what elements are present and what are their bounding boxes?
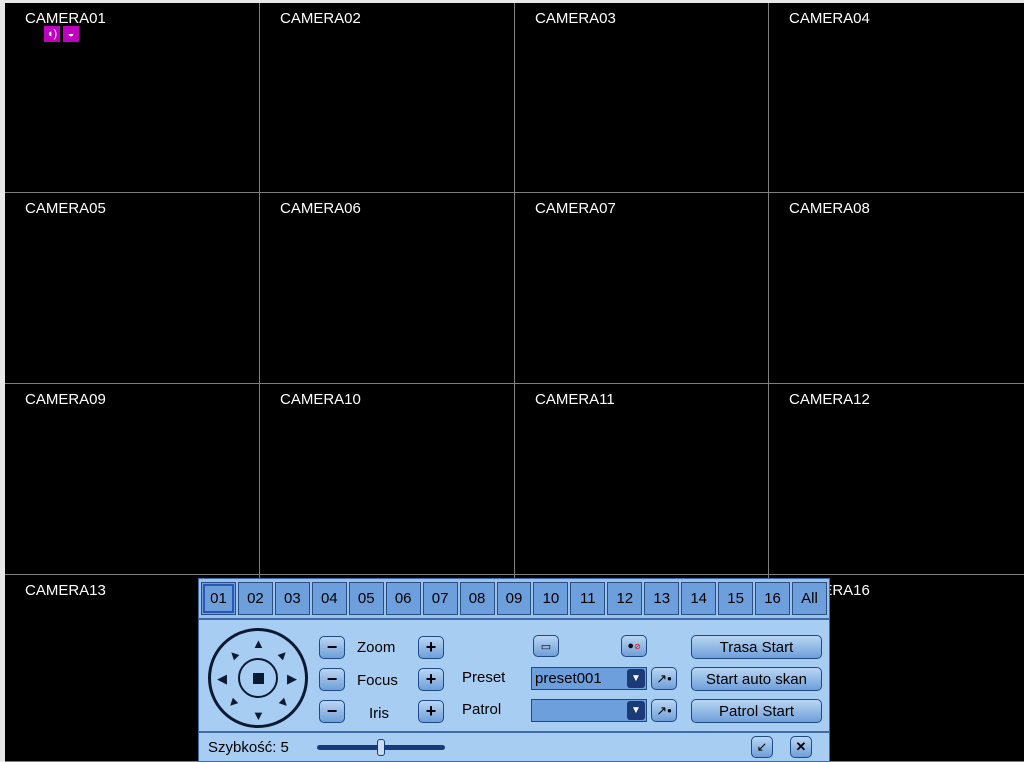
channel-tab[interactable]: 16 [755,582,790,615]
up-arrow-icon[interactable]: ▲ [252,636,265,651]
down-left-arrow-icon[interactable]: ▼ [224,693,244,713]
chevron-down-icon: ▼ [627,701,645,720]
focus-minus-button[interactable]: − [319,668,345,691]
channel-tab[interactable]: 06 [385,582,421,615]
right-arrow-icon[interactable]: ▶ [287,671,297,687]
stop-icon [253,673,264,684]
channel-tab[interactable]: 03 [274,582,310,615]
audio-icon: ◖) [44,26,60,42]
camera-view[interactable]: CAMERA08 [769,193,1024,383]
camera-label: CAMERA09 [25,391,106,408]
down-arrow-icon[interactable]: ▼ [252,708,265,723]
camera-view[interactable]: CAMERA03 [515,3,768,192]
camera-view[interactable]: CAMERA09 [5,384,259,574]
minimize-icon: ↙ [756,739,768,754]
camera-label: CAMERA03 [535,10,616,27]
channel-tab[interactable]: 10 [533,582,569,615]
channel-tab[interactable]: 11 [570,582,606,615]
focus-label: Focus [357,672,398,689]
zoom-label: Zoom [357,639,396,656]
camera-view[interactable]: CAMERA02 [260,3,514,192]
patrol-start-button[interactable]: Patrol Start [691,699,822,723]
iris-plus-button[interactable]: + [418,700,444,723]
channel-tab[interactable]: 05 [348,582,384,615]
speed-slider-thumb[interactable] [377,739,385,756]
preset-value: preset001 [535,670,602,687]
channel-tab[interactable]: 01 [201,582,236,615]
ptz-dome-icon: ◒ [63,26,79,42]
channel-tab[interactable]: All [792,582,827,615]
channel-tab[interactable]: 04 [311,582,347,615]
zoom-out-button[interactable]: − [319,636,345,659]
patrol-select[interactable]: ▼ [531,699,647,722]
up-right-arrow-icon[interactable]: ▲ [274,645,294,665]
goto-arrow-icon: ↗• [656,670,672,686]
wiper-button[interactable]: ▭ [533,635,559,657]
camera-label: CAMERA10 [280,391,361,408]
camera-label: CAMERA13 [25,582,106,599]
minimize-button[interactable]: ↙ [751,736,773,758]
camera-label: CAMERA08 [789,200,870,217]
camera-view[interactable]: CAMERA11 [515,384,768,574]
camera-view[interactable]: CAMERA07 [515,193,768,383]
wiper-icon: ▭ [540,640,552,653]
zoom-in-button[interactable]: + [418,636,444,659]
preset-call-button[interactable]: ↗• [651,667,677,690]
light-button[interactable]: ●⊘ [621,635,647,657]
channel-tab[interactable]: 12 [607,582,643,615]
camera-label: CAMERA11 [535,391,615,408]
camera-label: CAMERA04 [789,10,870,27]
ptz-panel: 01 02 03 04 05 06 07 08 09 10 11 12 13 14 15 16 All ▲ ▼ … [198,578,830,762]
channel-tabs: 01 02 03 04 05 06 07 08 09 10 11 12 13 14 15 16 All [199,579,829,620]
camera-view[interactable]: CAMERA06 [260,193,514,383]
channel-tab[interactable]: 07 [422,582,458,615]
chevron-down-icon: ▼ [627,669,645,688]
direction-pad[interactable]: ▲ ▼ ◀ ▶ ▲ ▲ ▼ ▼ [208,628,308,728]
auto-scan-button[interactable]: Start auto skan [691,667,822,691]
channel-tab[interactable]: 09 [496,582,532,615]
camera-label: CAMERA12 [789,391,870,408]
patrol-label: Patrol [462,701,502,718]
camera-view[interactable]: CAMERA12 [769,384,1024,574]
channel-tab[interactable]: 08 [459,582,495,615]
light-off-icon: ●⊘ [627,640,641,652]
focus-plus-button[interactable]: + [418,668,444,691]
camera-label: CAMERA05 [25,200,106,217]
left-arrow-icon[interactable]: ◀ [217,671,227,687]
camera-view[interactable]: CAMERA01 ◖) ◒ [5,3,259,192]
patrol-call-button[interactable]: ↗• [651,699,677,722]
camera-label: CAMERA07 [535,200,616,217]
channel-tab[interactable]: 15 [718,582,754,615]
iris-label: Iris [369,705,389,722]
camera-label: CAMERA02 [280,10,361,27]
camera-label: CAMERA06 [280,200,361,217]
ptz-footer: Szybkość: 5 ↙ ✕ [199,731,829,761]
speed-label: Szybkość: 5 [208,739,289,756]
preset-label: Preset [462,669,506,686]
speed-slider[interactable] [317,739,445,756]
up-left-arrow-icon[interactable]: ▲ [224,645,244,665]
channel-tab[interactable]: 14 [681,582,717,615]
close-button[interactable]: ✕ [790,736,812,758]
preset-select[interactable]: preset001 ▼ [531,667,647,690]
trasa-start-button[interactable]: Trasa Start [691,635,822,659]
stop-button[interactable] [238,658,278,698]
iris-minus-button[interactable]: − [319,700,345,723]
camera-view[interactable]: CAMERA05 [5,193,259,383]
channel-tab[interactable]: 13 [644,582,680,615]
goto-arrow-icon: ↗• [656,702,672,718]
down-right-arrow-icon[interactable]: ▼ [274,693,294,713]
camera-label: CAMERA01 [25,10,106,27]
close-icon: ✕ [795,739,807,754]
camera-view[interactable]: CAMERA10 [260,384,514,574]
channel-tab[interactable]: 02 [237,582,273,615]
camera-view[interactable]: CAMERA04 [769,3,1024,192]
